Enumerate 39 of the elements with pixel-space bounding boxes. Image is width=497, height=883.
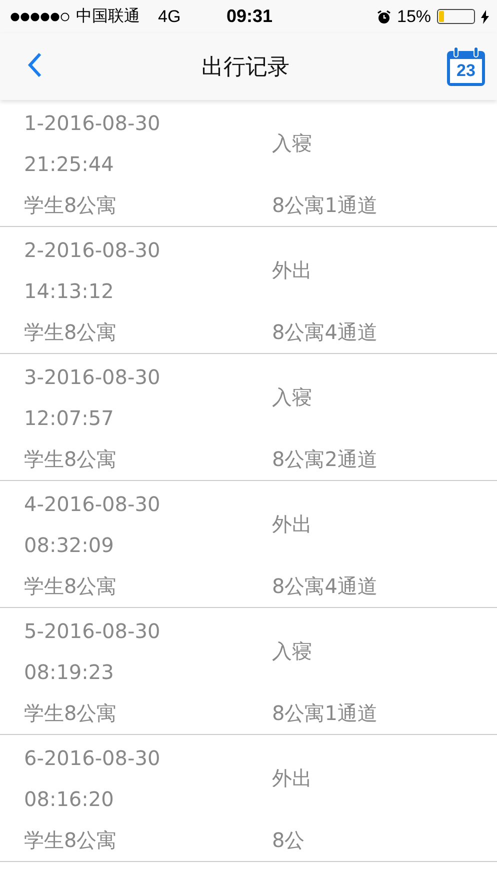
record-action: 外出 [272, 765, 313, 792]
building-name: 学生8公寓 [24, 827, 118, 854]
building-name: 学生8公寓 [24, 192, 118, 219]
record-time: 21:25:44 [24, 151, 115, 178]
gate-name: 8公寓1通道 [272, 700, 378, 727]
record-time: 08:32:09 [24, 532, 115, 559]
record-action: 入寝 [272, 384, 313, 411]
gate-name: 8公寓4通道 [272, 573, 378, 600]
gate-name: 8公寓1通道 [272, 192, 378, 219]
clock-time: 09:31 [226, 6, 273, 27]
record-action: 外出 [272, 511, 313, 538]
record-date: 4-2016-08-30 [24, 491, 162, 518]
record-date: 3-2016-08-30 [24, 364, 162, 391]
record-time: 12:07:57 [24, 405, 115, 432]
record-date: 2-2016-08-30 [24, 237, 162, 264]
record-time: 14:13:12 [24, 278, 115, 305]
battery-icon [437, 9, 476, 24]
building-name: 学生8公寓 [24, 319, 118, 346]
alarm-icon [376, 10, 391, 24]
building-name: 学生8公寓 [24, 446, 118, 473]
record-action: 入寝 [272, 130, 313, 157]
record-date: 6-2016-08-30 [24, 745, 162, 772]
gate-name: 8公寓2通道 [272, 446, 378, 473]
record-date: 1-2016-08-30 [24, 110, 162, 137]
gate-name: 8公 [272, 827, 306, 854]
building-name: 学生8公寓 [24, 700, 118, 727]
record-time: 08:19:23 [24, 659, 115, 686]
record-action: 入寝 [272, 638, 313, 665]
battery-percent: 15% [396, 6, 432, 26]
building-name: 学生8公寓 [24, 573, 118, 600]
signal-icon [10, 12, 70, 22]
charging-icon [481, 10, 490, 24]
page-title: 出行记录 [200, 54, 290, 82]
record-action: 外出 [272, 257, 313, 284]
network-type: 4G [158, 6, 181, 26]
carrier-name: 中国联通 [76, 6, 140, 27]
gate-name: 8公寓4通道 [272, 319, 378, 346]
record-time: 08:16:20 [24, 786, 115, 813]
record-date: 5-2016-08-30 [24, 618, 162, 645]
